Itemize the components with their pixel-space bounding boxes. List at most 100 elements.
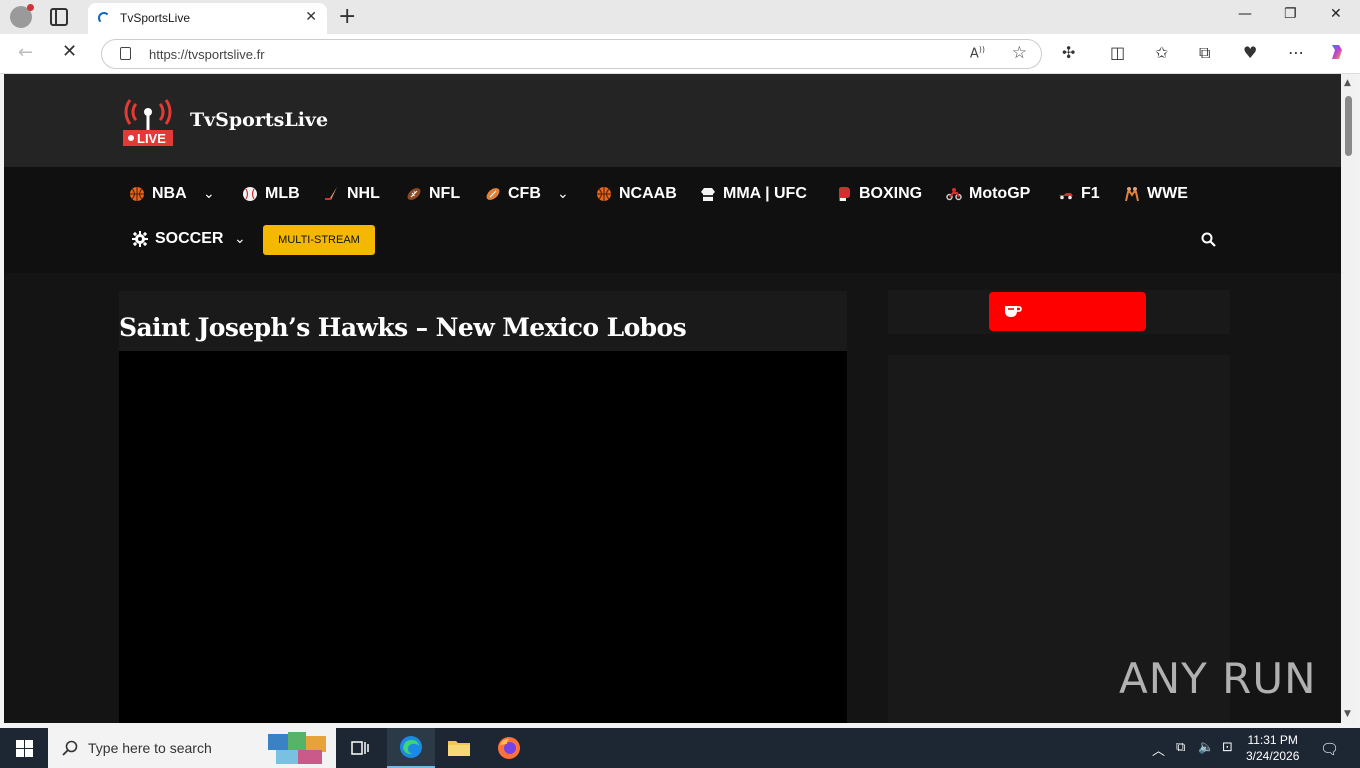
close-window-button[interactable]: ✕ [1330,6,1342,22]
new-tab-button[interactable]: + [338,4,356,29]
meet-now-icon[interactable]: ⧉ [1176,740,1185,755]
football-icon [486,188,500,200]
lock-icon[interactable] [120,47,131,60]
nav-label: WWE [1147,185,1188,202]
favorite-star-icon[interactable]: ☆ [1012,43,1027,63]
close-tab-icon[interactable]: ✕ [305,9,317,25]
nav-label: NCAAB [619,185,677,202]
chevron-down-icon[interactable]: ⌄ [234,231,246,247]
page-scrollbar[interactable]: ▲ ▼ [1341,74,1356,723]
nav-item-boxing[interactable]: BOXING [836,185,922,203]
baseball-icon [243,187,257,201]
nav-item-wwe[interactable]: WWE [1124,185,1188,203]
read-aloud-icon[interactable]: A)) [970,45,985,61]
clock-time: 11:31 PM [1247,733,1298,747]
post-header: Saint Joseph’s Hawks – New Mexico Lobos [119,291,847,351]
nav-item-ncaab[interactable]: NCAAB [596,185,677,203]
scrollbar-thumb[interactable] [1345,96,1352,156]
nav-item-nhl[interactable]: NHL [324,185,380,203]
more-menu-icon[interactable]: ⋯ [1288,43,1304,62]
nav-label: MotoGP [969,185,1031,202]
nav-label: MLB [265,185,300,202]
chevron-down-icon[interactable]: ⌄ [557,186,569,202]
nav-item-nba[interactable]: NBA [129,185,187,203]
browser-tab-strip: TvSportsLive ✕ + — ❐ ✕ [0,0,1360,34]
nav-item-motogp[interactable]: MotoGP [946,185,1030,203]
windows-start-icon[interactable] [16,740,33,757]
show-hidden-icons-chevron-icon[interactable]: ︿ [1152,740,1165,759]
page-title: Saint Joseph’s Hawks – New Mexico Lobos [119,313,687,342]
firefox-icon [498,737,520,759]
copilot-icon[interactable] [1328,43,1346,65]
profile-avatar-icon[interactable] [10,4,34,28]
clock-date: 3/24/2026 [1246,749,1300,763]
video-player[interactable] [119,351,847,723]
network-icon[interactable]: ⊡ [1222,740,1233,755]
loading-spinner-icon [98,12,110,24]
watermark-text: ANY RUN [1119,654,1317,703]
favorites-icon[interactable]: ✩ [1155,43,1168,62]
boxing-glove-icon [839,187,850,201]
wrestling-icon [1125,187,1139,202]
live-broadcast-logo[interactable]: LIVE [121,94,175,148]
site-header: LIVE TvSportsLive [4,74,1341,167]
anyrun-watermark: ANY RUN [1119,654,1317,703]
puzzle-pieces-icon [268,732,326,764]
nav-label: SOCCER [155,230,224,247]
browser-tab[interactable]: TvSportsLive ✕ [88,3,327,34]
collections-icon[interactable]: ⧉ [1199,43,1210,63]
scroll-up-icon[interactable]: ▲ [1344,78,1351,88]
nav-label: CFB [508,185,541,202]
windows-taskbar: Type here to search ︿ ⧉ 🔈 ⊡ 11:31 PM 3/2… [0,728,1360,768]
browser-toolbar: ← ✕ https://tvsportslive.fr A)) ☆ ✣ ◫ ✩ … [0,34,1360,74]
folder-icon [448,741,470,756]
nav-item-nfl[interactable]: NFL [406,185,460,203]
nav-label: MMA | UFC [723,185,807,202]
task-view-button[interactable] [336,728,384,768]
back-arrow-icon[interactable]: ← [18,42,33,63]
site-brand[interactable]: TvSportsLive [190,109,328,131]
nav-label: NHL [347,185,380,202]
minimize-button[interactable]: — [1238,6,1252,22]
edge-taskbar-button[interactable] [387,728,435,768]
chevron-down-icon[interactable]: ⌄ [203,186,215,202]
basketball-icon [130,187,144,201]
nav-item-mlb[interactable]: MLB [242,185,300,203]
coffee-cup-icon [1005,306,1022,317]
edge-browser-icon [400,736,422,758]
stop-loading-icon[interactable]: ✕ [62,41,77,62]
nav-label: BOXING [859,185,923,202]
volume-icon[interactable]: 🔈 [1198,740,1214,755]
page-viewport: LIVE TvSportsLive NBA ⌄ MLB NHL NFL CFB … [4,74,1341,723]
scroll-down-icon[interactable]: ▼ [1344,709,1351,719]
file-explorer-taskbar-button[interactable] [435,728,483,768]
url-text[interactable]: https://tvsportslive.fr [149,47,265,62]
martial-arts-uniform-icon [701,188,715,201]
live-chat-button[interactable] [989,292,1146,331]
firefox-taskbar-button[interactable] [485,728,533,768]
tab-actions-icon[interactable] [50,8,68,26]
racing-car-icon [1059,193,1073,200]
football-icon [407,188,421,200]
multi-stream-button[interactable]: MULTI-STREAM [263,225,375,255]
main-navigation [4,167,1341,273]
task-view-icon [351,741,369,755]
search-icon[interactable] [1201,232,1216,247]
browser-essentials-icon[interactable]: ♥ [1243,43,1257,62]
split-screen-icon[interactable]: ◫ [1110,43,1125,62]
search-icon [62,740,78,756]
tab-title: TvSportsLive [120,11,191,25]
address-bar[interactable]: https://tvsportslive.fr A)) ☆ [101,39,1042,69]
nav-item-soccer[interactable]: SOCCER [132,230,223,248]
nav-item-mma-ufc[interactable]: MMA | UFC [700,185,807,203]
extensions-icon[interactable]: ✣ [1062,43,1075,62]
taskbar-search-box[interactable]: Type here to search [48,728,336,768]
notifications-icon[interactable]: 🗨 [1320,740,1339,758]
system-clock[interactable]: 11:31 PM 3/24/2026 [1246,732,1299,764]
nav-label: F1 [1081,185,1100,202]
restore-button[interactable]: ❐ [1284,6,1297,22]
nav-label: NBA [152,185,187,202]
motorcycle-icon [946,188,962,201]
nav-item-cfb[interactable]: CFB [485,185,541,203]
nav-item-f1[interactable]: F1 [1058,185,1100,203]
